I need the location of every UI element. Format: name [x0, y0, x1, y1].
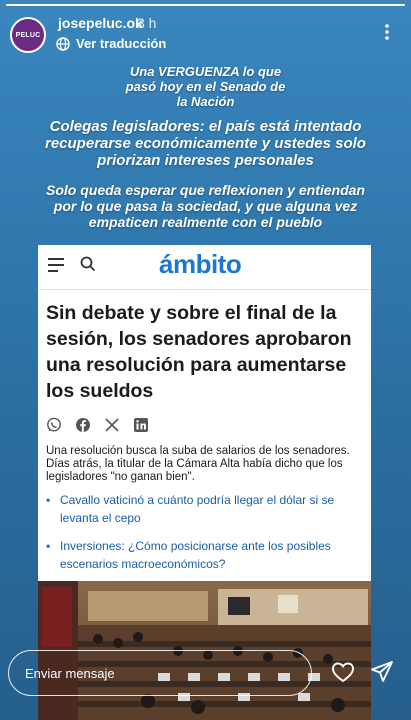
related-link-text: Cavallo vaticinó a cuánto podría llegar …	[60, 493, 335, 525]
ambito-logo: ámbito	[159, 249, 242, 279]
send-message-input[interactable]: Enviar mensaje	[8, 650, 312, 696]
story-caption-3: Solo queda esperar que reflexionen y ent…	[46, 182, 365, 230]
send-message-placeholder: Enviar mensaje	[25, 665, 115, 681]
article-summary: Una resolución busca la suba de salarios…	[46, 445, 350, 483]
bullet: •	[46, 493, 51, 507]
story-progress-fill	[6, 4, 405, 6]
facebook-icon	[76, 418, 90, 432]
see-translation-label: Ver traducción	[76, 36, 167, 51]
linkedin-icon	[134, 418, 148, 432]
avatar[interactable]: PELUC	[10, 17, 46, 53]
story-caption-2: Colegas legisladores: el país está inten…	[45, 118, 366, 169]
more-options-icon[interactable]	[377, 22, 397, 42]
instagram-story: PELUC josepeluc.ok 3 h Ver traducción Un…	[0, 0, 411, 720]
related-link: • Cavallo vaticinó a cuánto podría llega…	[46, 491, 366, 527]
hamburger-menu-icon	[48, 258, 64, 272]
story-progress-bar	[6, 4, 405, 6]
post-time: 3 h	[137, 15, 157, 31]
article-header: ámbito	[38, 245, 371, 289]
search-icon	[80, 256, 96, 272]
bullet: •	[46, 539, 51, 553]
related-link: • Inversiones: ¿Cómo posicionarse ante l…	[46, 537, 366, 573]
heart-icon[interactable]	[331, 660, 355, 684]
username[interactable]: josepeluc.ok	[58, 15, 143, 31]
share-icons	[46, 417, 149, 433]
see-translation-button[interactable]: Ver traducción	[56, 36, 166, 51]
story-caption-1: Una VERGUENZA lo que pasó hoy en el Sena…	[125, 64, 286, 109]
related-link-text: Inversiones: ¿Cómo posicionarse ante los…	[60, 539, 331, 571]
x-icon	[105, 418, 119, 432]
whatsapp-icon	[47, 417, 61, 432]
article-screenshot: ámbito Sin debate y sobre el final de la…	[38, 245, 371, 720]
send-icon[interactable]	[370, 660, 394, 684]
divider	[38, 289, 371, 290]
translate-icon	[56, 36, 70, 51]
article-headline: Sin debate y sobre el final de la sesión…	[46, 302, 352, 402]
